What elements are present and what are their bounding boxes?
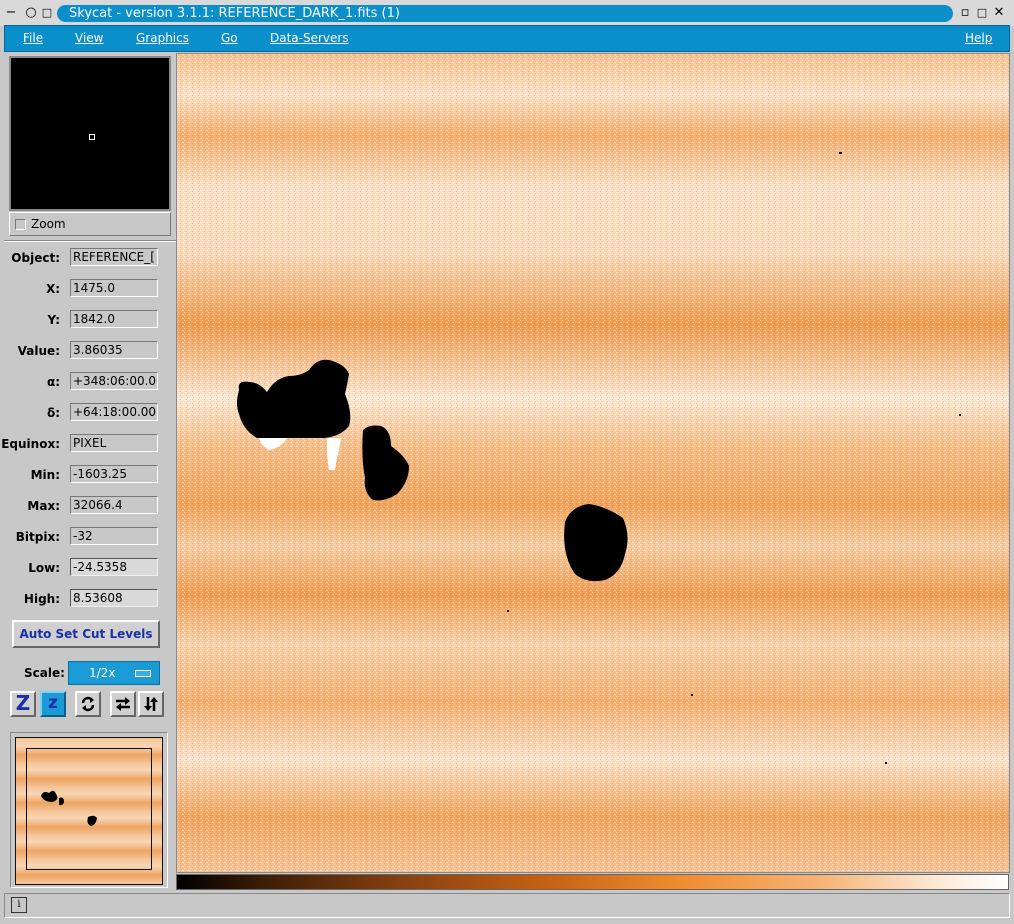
info-row-high: High: 8.53608 (4, 589, 176, 609)
y-label: Y: (47, 313, 60, 327)
close-icon[interactable]: ✕ (992, 6, 1006, 20)
low-label: Low: (28, 561, 60, 575)
zoom-label: Zoom (31, 217, 66, 231)
high-label: High: (23, 592, 60, 606)
flip-x-button[interactable] (110, 691, 136, 717)
ra-field: +348:06:00.000 (70, 372, 158, 390)
min-field: -1603.25 (70, 465, 158, 483)
ra-label: α: (46, 375, 60, 389)
pan-marker[interactable] (89, 134, 95, 140)
window-menu-icon[interactable]: − (4, 6, 18, 20)
pan-window[interactable] (9, 56, 171, 211)
zoom-toggle[interactable]: Zoom (9, 212, 171, 236)
menu-data-servers[interactable]: Data-Servers (270, 31, 349, 45)
object-label: Object: (11, 251, 60, 265)
equinox-label: Equinox: (1, 437, 60, 451)
info-row-value: Value: 3.86035 (4, 341, 176, 361)
panner-thumbnail[interactable] (10, 732, 168, 888)
zoom-out-icon: z (48, 693, 58, 713)
zoom-in-button[interactable]: Z (10, 691, 36, 717)
maximize-icon[interactable]: □ (975, 6, 989, 20)
fits-image[interactable] (177, 54, 1010, 873)
max-label: Max: (27, 499, 60, 513)
info-row-max: Max: 32066.4 (4, 496, 176, 516)
flip-y-icon (144, 697, 158, 711)
min-label: Min: (30, 468, 60, 482)
menu-file[interactable]: File (23, 31, 43, 45)
window-title: Skycat - version 3.1.1: REFERENCE_DARK_1… (57, 5, 953, 22)
control-panel: Zoom Object: REFERENCE_[ X: 1475.0 Y: 18… (1, 53, 176, 889)
image-canvas[interactable] (176, 53, 1010, 873)
menu-go[interactable]: Go (221, 31, 238, 45)
colorbar[interactable] (176, 874, 1009, 890)
equinox-field: PIXEL (70, 434, 158, 452)
info-row-dec: δ: +64:18:00.00 (4, 403, 176, 423)
info-row-low: Low: -24.5358 (4, 558, 176, 578)
zoom-out-button[interactable]: z (40, 691, 66, 717)
x-field: 1475.0 (70, 279, 158, 297)
blob-3 (564, 504, 628, 582)
info-row-equinox: Equinox: PIXEL (1, 434, 176, 454)
minimize-icon[interactable]: ▫ (958, 6, 972, 20)
max-field: 32066.4 (70, 496, 158, 514)
status-bar: i (4, 893, 1010, 918)
low-input[interactable]: -24.5358 (70, 558, 158, 576)
info-row-ra: α: +348:06:00.000 (4, 372, 176, 392)
bitpix-field: -32 (70, 527, 158, 545)
info-row-x: X: 1475.0 (4, 279, 176, 299)
menu-graphics[interactable]: Graphics (136, 31, 189, 45)
object-field: REFERENCE_[ (70, 248, 158, 266)
window-sticky-icon[interactable]: □ (40, 6, 54, 20)
value-field: 3.86035 (70, 341, 158, 359)
y-field: 1842.0 (70, 310, 158, 328)
scale-menu[interactable]: 1/2x (68, 661, 160, 685)
menu-bar: File View Graphics Go Data-Servers Help (4, 25, 1010, 52)
auto-set-cut-levels-button[interactable]: Auto Set Cut Levels (12, 620, 160, 648)
x-label: X: (45, 282, 60, 296)
dec-label: δ: (46, 406, 60, 420)
thumbnail-blobs (41, 790, 97, 826)
info-row-bitpix: Bitpix: -32 (4, 527, 176, 547)
zoom-checkbox[interactable] (15, 219, 26, 230)
flip-x-icon (116, 697, 130, 711)
info-row-min: Min: -1603.25 (4, 465, 176, 485)
dropdown-indicator-icon (135, 670, 151, 677)
scale-value: 1/2x (89, 666, 116, 680)
rotate-button[interactable] (75, 691, 101, 717)
scale-label: Scale: (24, 666, 65, 680)
info-row-object: Object: REFERENCE_[ (4, 248, 176, 268)
bitpix-label: Bitpix: (15, 530, 60, 544)
thumbnail-image[interactable] (15, 737, 163, 885)
info-icon[interactable]: i (11, 897, 27, 913)
menu-help[interactable]: Help (965, 31, 992, 45)
menu-view[interactable]: View (75, 31, 103, 45)
window-shade-icon[interactable]: ○ (24, 6, 38, 20)
divider (4, 240, 176, 242)
info-row-y: Y: 1842.0 (4, 310, 176, 330)
dec-field: +64:18:00.00 (70, 403, 158, 421)
rotate-icon (81, 696, 95, 712)
value-label: Value: (17, 344, 60, 358)
high-input[interactable]: 8.53608 (70, 589, 158, 607)
zoom-in-icon: Z (15, 691, 31, 715)
window-titlebar: − ○ □ Skycat - version 3.1.1: REFERENCE_… (0, 0, 1014, 26)
flip-y-button[interactable] (138, 691, 164, 717)
